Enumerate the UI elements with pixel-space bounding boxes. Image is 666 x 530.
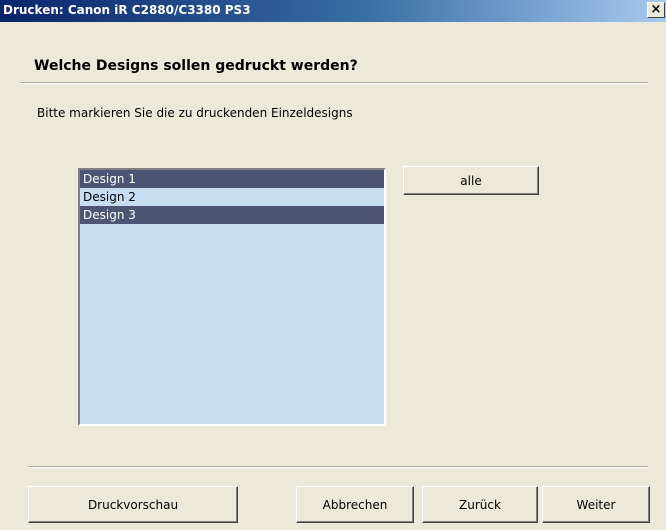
page-heading: Welche Designs sollen gedruckt werden? — [34, 58, 358, 74]
footer-divider — [28, 466, 648, 468]
design-list-item[interactable]: Design 1 — [80, 170, 384, 188]
instruction-text: Bitte markieren Sie die zu druckenden Ei… — [37, 106, 353, 120]
close-icon: × — [650, 2, 662, 17]
designs-listbox[interactable]: Design 1 Design 2 Design 3 — [78, 168, 386, 426]
back-button[interactable]: Zurück — [422, 486, 538, 523]
print-preview-button[interactable]: Druckvorschau — [28, 486, 238, 523]
close-button[interactable]: × — [647, 2, 665, 18]
window-title: Drucken: Canon iR C2880/C3380 PS3 — [3, 3, 251, 17]
cancel-button[interactable]: Abbrechen — [296, 486, 414, 523]
select-all-button[interactable]: alle — [403, 166, 539, 195]
next-button[interactable]: Weiter — [542, 486, 650, 523]
design-list-item[interactable]: Design 3 — [80, 206, 384, 224]
title-bar: Drucken: Canon iR C2880/C3380 PS3 × — [0, 0, 666, 22]
heading-divider — [20, 82, 648, 84]
design-list-item[interactable]: Design 2 — [80, 188, 384, 206]
